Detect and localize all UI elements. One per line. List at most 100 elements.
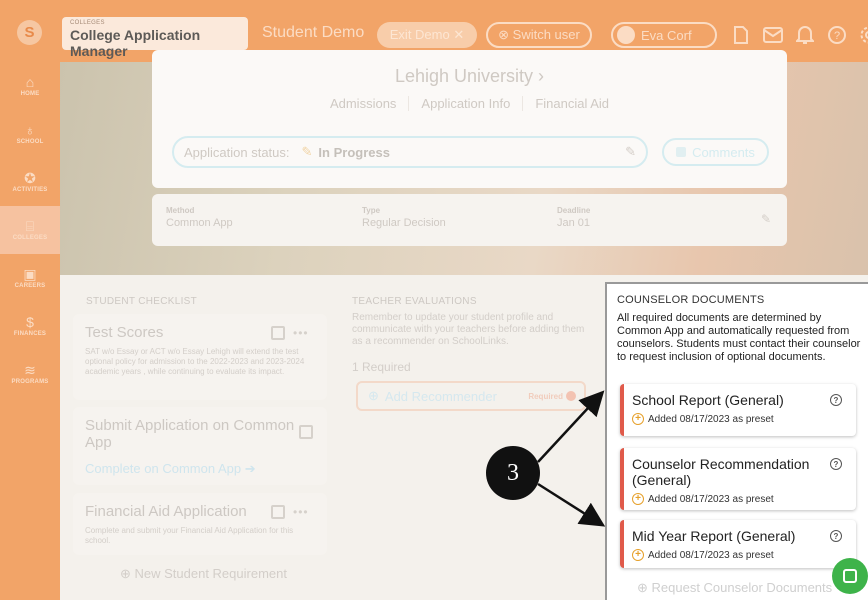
teacher-header: TEACHER EVALUATIONS: [352, 296, 477, 307]
breadcrumb[interactable]: COLLEGES College Application Manager: [62, 17, 248, 59]
checklist-item-common-app[interactable]: Submit Application on Common App Complet…: [73, 407, 327, 485]
checklist-header: STUDENT CHECKLIST: [86, 296, 198, 307]
doc-mid-year-report[interactable]: Mid Year Report (General) ? + Added 08/17…: [620, 520, 856, 568]
method-label: Method: [166, 206, 195, 215]
sidebar-item-programs[interactable]: ≋ PROGRAMS: [0, 350, 60, 398]
arrow-down: [537, 482, 606, 527]
pencil-icon: ✎: [301, 144, 313, 159]
request-counselor-documents-button[interactable]: ⊕ Request Counselor Documents: [637, 580, 832, 596]
deadline-label: Deadline: [557, 206, 591, 215]
document-icon[interactable]: [730, 24, 752, 46]
sidebar-item-label: FINANCES: [13, 331, 47, 337]
doc-added-date: Added 08/17/2023 as preset: [648, 413, 774, 425]
counselor-info: All required documents are determined by…: [617, 312, 861, 363]
checklist-item-desc: Complete and submit your Financial Aid A…: [85, 526, 294, 545]
college-header-card: Lehigh University › Admissions Applicati…: [152, 50, 787, 188]
doc-subtitle: + Added 08/17/2023 as preset: [632, 413, 848, 425]
college-tabs: Admissions Application Info Financial Ai…: [152, 96, 787, 111]
sidebar-item-label: COLLEGES: [12, 235, 48, 241]
mail-icon[interactable]: [762, 24, 784, 46]
exit-demo-button[interactable]: Exit Demo ✕: [377, 22, 477, 48]
sidebar-item-careers[interactable]: ▣ CAREERS: [0, 254, 60, 302]
help-icon[interactable]: ?: [830, 458, 842, 470]
sidebar: ⌂ HOME ♁ SCHOOL ✪ ACTIVITIES ⌸ COLLEGES ▣ CAR…: [0, 62, 60, 600]
user-name: Eva Corf: [641, 27, 692, 43]
sidebar-item-label: HOME: [20, 91, 40, 97]
tab-admissions[interactable]: Admissions: [318, 96, 410, 111]
method-field: Method Common App: [166, 206, 233, 229]
avatar: [617, 26, 635, 44]
doc-school-report[interactable]: School Report (General) ? + Added 08/17/2…: [620, 384, 856, 436]
more-icon[interactable]: •••: [293, 326, 309, 340]
more-icon[interactable]: •••: [293, 505, 309, 519]
sidebar-item-finances[interactable]: $ FINANCES: [0, 302, 60, 350]
university-name[interactable]: Lehigh University ›: [152, 66, 787, 87]
doc-counselor-recommendation[interactable]: Counselor Recommendation (General) ? + Ad…: [620, 448, 856, 510]
complete-common-app-link[interactable]: Complete on Common App ➔: [85, 461, 315, 477]
help-icon[interactable]: ?: [830, 530, 842, 542]
sidebar-item-activities[interactable]: ✪ ACTIVITIES: [0, 158, 60, 206]
checklist-item-test-scores[interactable]: Test Scores SAT w/o Essay or ACT w/o Ess…: [73, 314, 327, 400]
checkbox[interactable]: [271, 326, 285, 340]
step-number-badge: 3: [486, 446, 540, 500]
help-icon[interactable]: ?: [826, 24, 848, 46]
required-badge-label: Required: [528, 392, 563, 401]
bell-icon[interactable]: [794, 24, 816, 46]
doc-title: School Report (General): [632, 392, 784, 408]
checklist-item-financial-aid[interactable]: Financial Aid Application Complete and s…: [73, 493, 327, 555]
teacher-description: Remember to update your student profile …: [352, 312, 585, 347]
checkbox[interactable]: [299, 425, 313, 439]
edit-status-icon[interactable]: ✎: [625, 144, 636, 160]
college-icon: ⌸: [25, 218, 35, 234]
compass-icon: ✪: [24, 170, 36, 186]
checkbox[interactable]: [271, 505, 285, 519]
counselor-documents-panel: COUNSELOR DOCUMENTS All required documen…: [605, 282, 868, 600]
doc-subtitle: + Added 08/17/2023 as preset: [632, 493, 848, 505]
sidebar-item-label: ACTIVITIES: [12, 187, 48, 193]
comment-icon: [676, 147, 687, 157]
doc-title: Mid Year Report (General): [632, 528, 796, 544]
apple-icon: ♁: [24, 122, 36, 138]
add-recommender-button[interactable]: ⊕ Add Recommender Required: [356, 381, 586, 411]
deadline-value: Jan 01: [557, 217, 591, 229]
type-label: Type: [362, 206, 381, 215]
demo-label: Student Demo: [262, 24, 365, 41]
switch-user-button[interactable]: ⊗ Switch user: [486, 22, 592, 48]
sidebar-item-label: CAREERS: [14, 283, 46, 289]
required-count: 1 Required: [352, 360, 411, 374]
add-recommender-label: Add Recommender: [384, 388, 497, 404]
app-logo[interactable]: S: [17, 20, 42, 45]
chat-button[interactable]: [832, 558, 868, 594]
plus-circle-icon: +: [632, 493, 644, 505]
help-icon[interactable]: ?: [830, 394, 842, 406]
checklist-item-desc: SAT w/o Essay or ACT w/o Essay Lehigh wi…: [85, 347, 305, 376]
plus-circle-icon: +: [632, 549, 644, 561]
programs-icon: ≋: [24, 362, 36, 378]
user-menu-button[interactable]: Eva Corf: [611, 22, 717, 48]
deadline-field: Deadline Jan 01: [557, 206, 590, 229]
new-requirement-button[interactable]: ⊕ New Student Requirement: [120, 566, 287, 582]
money-bag-icon: $: [26, 314, 34, 330]
edit-details-icon[interactable]: ✎: [761, 212, 771, 226]
checklist-item-title: Submit Application on Common App: [85, 417, 295, 451]
sidebar-item-colleges[interactable]: ⌸ COLLEGES: [0, 206, 60, 254]
sidebar-item-label: PROGRAMS: [11, 379, 49, 385]
chat-icon: [843, 569, 857, 583]
plus-circle-icon: +: [632, 413, 644, 425]
briefcase-icon: ▣: [23, 266, 37, 282]
comments-button[interactable]: Comments: [662, 138, 769, 166]
counselor-header: COUNSELOR DOCUMENTS: [617, 294, 765, 306]
method-value: Common App: [166, 217, 233, 229]
comments-label: Comments: [692, 144, 755, 160]
status-value: In Progress: [318, 144, 390, 160]
alert-icon: [566, 391, 576, 401]
tab-application-info[interactable]: Application Info: [409, 96, 524, 111]
home-icon: ⌂: [25, 74, 35, 90]
plus-circle-icon: ⊕: [368, 388, 379, 403]
sidebar-item-school[interactable]: ♁ SCHOOL: [0, 110, 60, 158]
top-icons: ?: [730, 24, 868, 46]
gear-icon[interactable]: [858, 24, 868, 46]
sidebar-item-home[interactable]: ⌂ HOME: [0, 62, 60, 110]
application-status-field[interactable]: Application status: ✎ In Progress ✎: [172, 136, 648, 168]
tab-financial-aid[interactable]: Financial Aid: [523, 96, 621, 111]
